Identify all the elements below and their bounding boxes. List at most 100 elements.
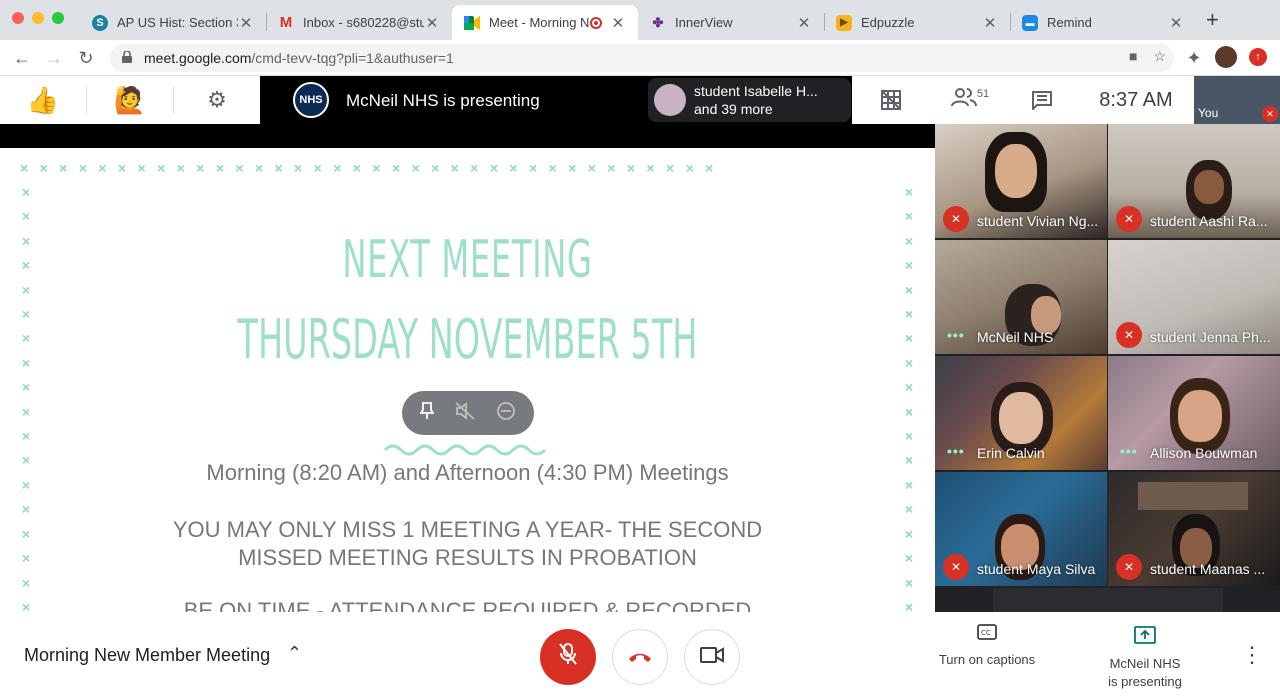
mic-off-icon: ✕ [943, 206, 969, 232]
close-tab-icon[interactable]: ✕ [796, 14, 812, 32]
avatar [654, 84, 686, 116]
attendance-required-text: BE ON TIME - ATTENDANCE REQUIRED & RECOR… [183, 598, 752, 612]
url-host: meet.google.com [144, 50, 252, 66]
recording-icon [590, 16, 602, 29]
browser-tab-strip: S AP US Hist: Section 3 ✕ M Inbox - s680… [0, 0, 1280, 40]
new-tab-button[interactable]: + [1206, 9, 1219, 31]
chevron-up-icon[interactable]: ⌃ [287, 643, 302, 664]
bookmark-star-icon[interactable]: ☆ [1153, 48, 1166, 65]
meeting-clock: 8:37 AM [1099, 88, 1173, 111]
participant-name: student Jenna Ph... [1150, 329, 1271, 345]
camera-button[interactable] [684, 629, 740, 685]
google-meet-icon [464, 15, 480, 31]
gmail-icon: M [279, 14, 293, 31]
mic-off-icon [558, 642, 578, 672]
close-tab-icon[interactable]: ✕ [424, 14, 440, 32]
captions-button[interactable]: CC Turn on captions [930, 624, 1044, 669]
nhs-logo: NHS [293, 82, 329, 118]
browser-tab[interactable]: M Inbox - s680228@stu ✕ [266, 5, 452, 40]
pin-icon[interactable] [419, 401, 436, 425]
captions-label: Turn on captions [938, 652, 1036, 667]
update-icon[interactable]: ↑ [1249, 48, 1267, 66]
svg-text:CC: CC [981, 629, 991, 637]
participant-tile[interactable]: ••• McNeil NHS [935, 240, 1107, 354]
participant-name: Erin Calvin [977, 445, 1045, 461]
back-arrow-icon[interactable]: ← [10, 46, 34, 70]
people-icon [950, 87, 977, 113]
remove-icon[interactable] [496, 401, 516, 426]
attendance-policy-text: YOU MAY ONLY MISS 1 MEETING A YEAR- THE … [172, 517, 763, 570]
participant-name: Allison Bouwman [1150, 445, 1258, 461]
participant-tile[interactable]: ✕ student Aashi Ra... [1108, 124, 1280, 238]
participant-grid: ✕ student Vivian Ng... ✕ student Aashi R… [935, 124, 1280, 612]
profile-avatar[interactable] [1215, 46, 1237, 68]
minimize-window-button[interactable] [32, 12, 44, 24]
layout-grid-icon[interactable] [852, 76, 930, 124]
address-bar[interactable]: meet.google.com/cmd-tevv-tqg?pli=1&authu… [110, 44, 1174, 72]
mic-off-icon: ✕ [1116, 554, 1142, 580]
present-screen-icon [1090, 626, 1200, 649]
closed-captions-icon: CC [930, 624, 1044, 645]
browser-tab[interactable]: S AP US Hist: Section 3 ✕ [80, 5, 266, 40]
presenting-button[interactable]: McNeil NHS is presenting [1090, 626, 1200, 691]
people-count: 51 [976, 88, 990, 100]
slide-title: NEXT MEETING [342, 230, 593, 290]
browser-tab[interactable]: ▬ Remind ✕ [1010, 5, 1196, 40]
speaking-indicator: ••• [1120, 443, 1138, 459]
self-label: You [1198, 106, 1219, 120]
raise-hand-icon[interactable]: 🙋 [87, 76, 173, 124]
participant-name: student Vivian Ng... [977, 213, 1099, 229]
participant-tile[interactable]: ✕ student Vivian Ng... [935, 124, 1107, 238]
slide-subtitle: THURSDAY NOVEMBER 5TH [237, 308, 698, 371]
participant-name: student Maya Silva [977, 561, 1096, 577]
presenting-text: McNeil NHS is presenting [346, 91, 540, 110]
mute-audio-icon[interactable] [455, 401, 475, 425]
browser-toolbar: ← → ↻ meet.google.com/cmd-tevv-tqg?pli=1… [0, 40, 1280, 76]
participant-tile[interactable]: ✕ student Maanas ... [1108, 472, 1280, 586]
browser-tab[interactable]: ✤ InnerView ✕ [638, 5, 824, 40]
chat-icon[interactable] [1010, 76, 1074, 124]
participant-tile[interactable]: ••• Allison Bouwman [1108, 356, 1280, 470]
mic-off-icon: ✕ [1262, 106, 1278, 122]
presentation-slide: ×××××××××××××××××××××××××××××××××××× × × ×… [0, 148, 935, 612]
url-path: /cmd-tevv-tqg?pli=1&authuser=1 [251, 50, 454, 66]
video-camera-icon [700, 646, 724, 669]
meeting-times-text: Morning (8:20 AM) and Afternoon (4:30 PM… [206, 460, 729, 485]
participant-name: student Aashi Ra... [1150, 213, 1268, 229]
border-decoration: ×××××××××××××××××××××××××××××××××××× [20, 160, 725, 176]
close-tab-icon[interactable]: ✕ [1168, 14, 1184, 32]
mic-off-icon: ✕ [943, 554, 969, 580]
maximize-window-button[interactable] [52, 12, 64, 24]
browser-tab[interactable]: ▶ Edpuzzle ✕ [824, 5, 1010, 40]
edpuzzle-icon: ▶ [836, 14, 852, 31]
forward-arrow-icon[interactable]: → [42, 46, 66, 70]
reload-icon[interactable]: ↻ [74, 46, 98, 70]
camera-icon[interactable]: ■ [1129, 48, 1137, 65]
speaking-indicator: ••• [947, 443, 965, 459]
participants-preview[interactable]: student Isabelle H... and 39 more [648, 78, 851, 122]
close-tab-icon[interactable]: ✕ [610, 14, 626, 32]
settings-gear-icon[interactable]: ⚙ [174, 76, 260, 124]
participant-name: student Maanas ... [1150, 561, 1266, 577]
leave-call-button[interactable] [612, 629, 668, 685]
participant-tile[interactable]: ••• Erin Calvin [935, 356, 1107, 470]
extensions-puzzle-icon[interactable]: ✦ [1182, 46, 1206, 70]
close-tab-icon[interactable]: ✕ [238, 14, 254, 32]
people-button[interactable]: 51 [930, 76, 1010, 124]
browser-tab-active[interactable]: Meet - Morning N ✕ [452, 5, 638, 40]
lock-icon [122, 50, 136, 66]
thumbs-up-icon[interactable]: 👍 [0, 76, 86, 124]
close-window-button[interactable] [12, 12, 24, 24]
participant-tile[interactable]: ✕ student Jenna Ph... [1108, 240, 1280, 354]
microphone-button[interactable] [540, 629, 596, 685]
more-options-icon[interactable]: ⋮ [1241, 642, 1263, 668]
participant-tile[interactable]: ✕ student Maya Silva [935, 472, 1107, 586]
close-tab-icon[interactable]: ✕ [982, 14, 998, 32]
participant-name: McNeil NHS [977, 329, 1054, 345]
schoology-icon: S [92, 14, 108, 31]
presentation-controls [402, 391, 534, 435]
speaking-indicator: ••• [947, 327, 965, 343]
mic-off-icon: ✕ [1116, 206, 1142, 232]
meeting-name[interactable]: Morning New Member Meeting [24, 645, 270, 666]
hang-up-icon [627, 646, 653, 669]
